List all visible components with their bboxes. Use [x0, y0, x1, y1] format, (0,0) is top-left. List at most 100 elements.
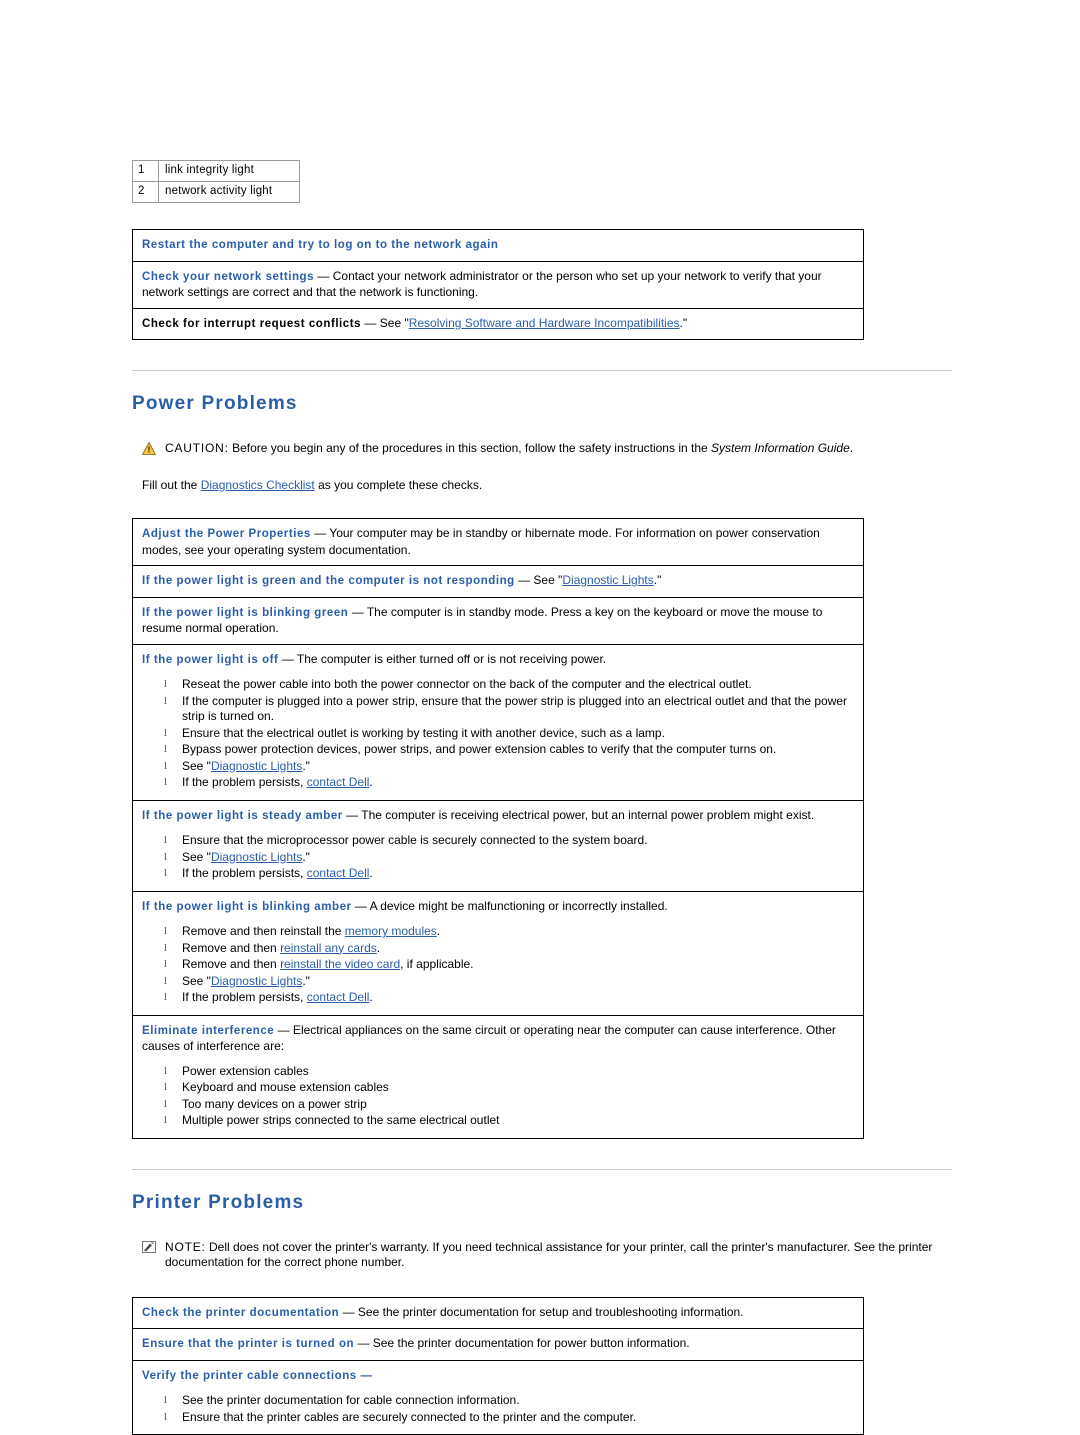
row-term: Restart the computer and try to log on t… — [142, 239, 498, 251]
bullet-text: See the printer documentation for cable … — [182, 1393, 520, 1407]
bullet-text: Multiple power strips connected to the s… — [182, 1113, 500, 1127]
troubleshoot-row: If the power light is green and the comp… — [133, 566, 863, 598]
list-item: Keyboard and mouse extension cables — [164, 1080, 854, 1096]
list-item: Reseat the power cable into both the pow… — [164, 677, 854, 693]
list-item: Power extension cables — [164, 1064, 854, 1080]
row-term: Eliminate interference — [142, 1025, 274, 1037]
troubleshoot-row: If the power light is blinking green — T… — [133, 598, 863, 645]
page-title-printer: Printer Problems — [132, 1192, 952, 1214]
link-reinstall-any-cards[interactable]: reinstall any cards — [280, 941, 377, 955]
bullet-pre: If the problem persists, — [182, 990, 307, 1004]
bullet-list: See the printer documentation for cable … — [142, 1393, 854, 1425]
troubleshoot-row: Check the printer documentation — See th… — [133, 1298, 863, 1330]
troubleshoot-row: Check your network settings — Contact yo… — [133, 262, 863, 309]
row-term: If the power light is off — [142, 654, 278, 666]
troubleshoot-row: Restart the computer and try to log on t… — [133, 230, 863, 262]
fillout-post: as you complete these checks. — [315, 478, 482, 492]
bullet-list: Remove and then reinstall the memory mod… — [142, 924, 854, 1006]
link-diagnostic-lights[interactable]: Diagnostic Lights — [211, 759, 302, 773]
list-item: Bypass power protection devices, power s… — [164, 742, 854, 758]
fillout-pre: Fill out the — [142, 478, 201, 492]
row-term: If the power light is blinking green — [142, 607, 348, 619]
row-term: Verify the printer cable connections — — [142, 1370, 373, 1382]
note-block: NOTE: Dell does not cover the printer's … — [132, 1240, 952, 1271]
caution-triangle-icon — [142, 442, 156, 458]
callout-legend-table: 1 link integrity light 2 network activit… — [132, 160, 300, 203]
bullet-pre: See " — [182, 759, 211, 773]
bullet-post: ." — [302, 850, 310, 864]
row-body-post: ." — [654, 573, 662, 587]
list-item: Remove and then reinstall any cards. — [164, 941, 854, 957]
bullet-text: Ensure that the electrical outlet is wor… — [182, 726, 665, 740]
bullet-post: . — [369, 775, 372, 789]
printer-troubleshoot-box: Check the printer documentation — See th… — [132, 1297, 864, 1435]
list-item: If the problem persists, contact Dell. — [164, 866, 854, 882]
list-item: Ensure that the printer cables are secur… — [164, 1410, 854, 1426]
link-contact-dell[interactable]: contact Dell — [307, 990, 370, 1004]
troubleshoot-row: Adjust the Power Properties — Your compu… — [133, 519, 863, 566]
bullet-pre: Remove and then — [182, 941, 280, 955]
bullet-pre: See " — [182, 974, 211, 988]
link-diagnostic-lights[interactable]: Diagnostic Lights — [211, 850, 302, 864]
list-item: See "Diagnostic Lights." — [164, 759, 854, 775]
troubleshoot-row: Eliminate interference — Electrical appl… — [133, 1016, 863, 1138]
bullet-pre: Remove and then reinstall the — [182, 924, 345, 938]
bullet-text: Ensure that the microprocessor power cab… — [182, 833, 648, 847]
legend-label: link integrity light — [159, 161, 300, 182]
list-item: Remove and then reinstall the video card… — [164, 957, 854, 973]
link-diagnostic-lights[interactable]: Diagnostic Lights — [211, 974, 302, 988]
list-item: See the printer documentation for cable … — [164, 1393, 854, 1409]
bullet-post: ." — [302, 974, 310, 988]
list-item: If the problem persists, contact Dell. — [164, 775, 854, 791]
list-item: See "Diagnostic Lights." — [164, 974, 854, 990]
bullet-list: Power extension cables Keyboard and mous… — [142, 1064, 854, 1129]
document-content: 1 link integrity light 2 network activit… — [0, 0, 1080, 1435]
bullet-pre: If the problem persists, — [182, 866, 307, 880]
bullet-text: If the computer is plugged into a power … — [182, 694, 847, 724]
legend-number: 1 — [133, 161, 159, 182]
link-diagnostic-lights[interactable]: Diagnostic Lights — [562, 573, 653, 587]
row-term: If the power light is blinking amber — [142, 901, 352, 913]
link-resolving-incompatibilities[interactable]: Resolving Software and Hardware Incompat… — [409, 316, 680, 330]
link-reinstall-video-card[interactable]: reinstall the video card — [280, 957, 400, 971]
link-memory-modules[interactable]: memory modules — [345, 924, 437, 938]
bullet-post: . — [437, 924, 440, 938]
bullet-text: Too many devices on a power strip — [182, 1097, 367, 1111]
list-item: See "Diagnostic Lights." — [164, 850, 854, 866]
link-contact-dell[interactable]: contact Dell — [307, 866, 370, 880]
row-term: If the power light is green and the comp… — [142, 575, 515, 587]
troubleshoot-row: If the power light is blinking amber — A… — [133, 892, 863, 1016]
troubleshoot-row: Check for interrupt request conflicts — … — [133, 309, 863, 340]
section-divider — [132, 370, 952, 371]
fillout-checklist-line: Fill out the Diagnostics Checklist as yo… — [142, 478, 952, 492]
power-troubleshoot-box: Adjust the Power Properties — Your compu… — [132, 518, 864, 1139]
bullet-pre: See " — [182, 850, 211, 864]
row-term: Ensure that the printer is turned on — [142, 1338, 354, 1350]
list-item: If the computer is plugged into a power … — [164, 694, 854, 725]
list-item: Too many devices on a power strip — [164, 1097, 854, 1113]
bullet-post: . — [369, 990, 372, 1004]
legend-number: 2 — [133, 182, 159, 203]
row-body: — See the printer documentation for setu… — [339, 1305, 743, 1319]
row-body-pre: — See " — [361, 316, 409, 330]
caution-body: Before you begin any of the procedures i… — [229, 441, 711, 455]
troubleshoot-row: If the power light is steady amber — The… — [133, 801, 863, 892]
link-diagnostics-checklist[interactable]: Diagnostics Checklist — [201, 478, 315, 492]
row-body-pre: — See " — [515, 573, 563, 587]
document-page: 1 link integrity light 2 network activit… — [0, 0, 1080, 1435]
note-label: NOTE: — [165, 1240, 206, 1254]
bullet-post: ." — [302, 759, 310, 773]
row-term: Check for interrupt request conflicts — [142, 318, 361, 330]
bullet-text: Bypass power protection devices, power s… — [182, 742, 776, 756]
row-term: Adjust the Power Properties — [142, 528, 311, 540]
troubleshoot-row: If the power light is off — The computer… — [133, 645, 863, 801]
link-contact-dell[interactable]: contact Dell — [307, 775, 370, 789]
row-body: — A device might be malfunctioning or in… — [352, 899, 668, 913]
bullet-text: Reseat the power cable into both the pow… — [182, 677, 752, 691]
table-row: 1 link integrity light — [133, 161, 300, 182]
row-body: — The computer is receiving electrical p… — [343, 808, 814, 822]
row-body: — See the printer documentation for powe… — [354, 1336, 690, 1350]
caution-italic: System Information Guide — [711, 441, 850, 455]
network-troubleshoot-box: Restart the computer and try to log on t… — [132, 229, 864, 340]
bullet-pre: Remove and then — [182, 957, 280, 971]
